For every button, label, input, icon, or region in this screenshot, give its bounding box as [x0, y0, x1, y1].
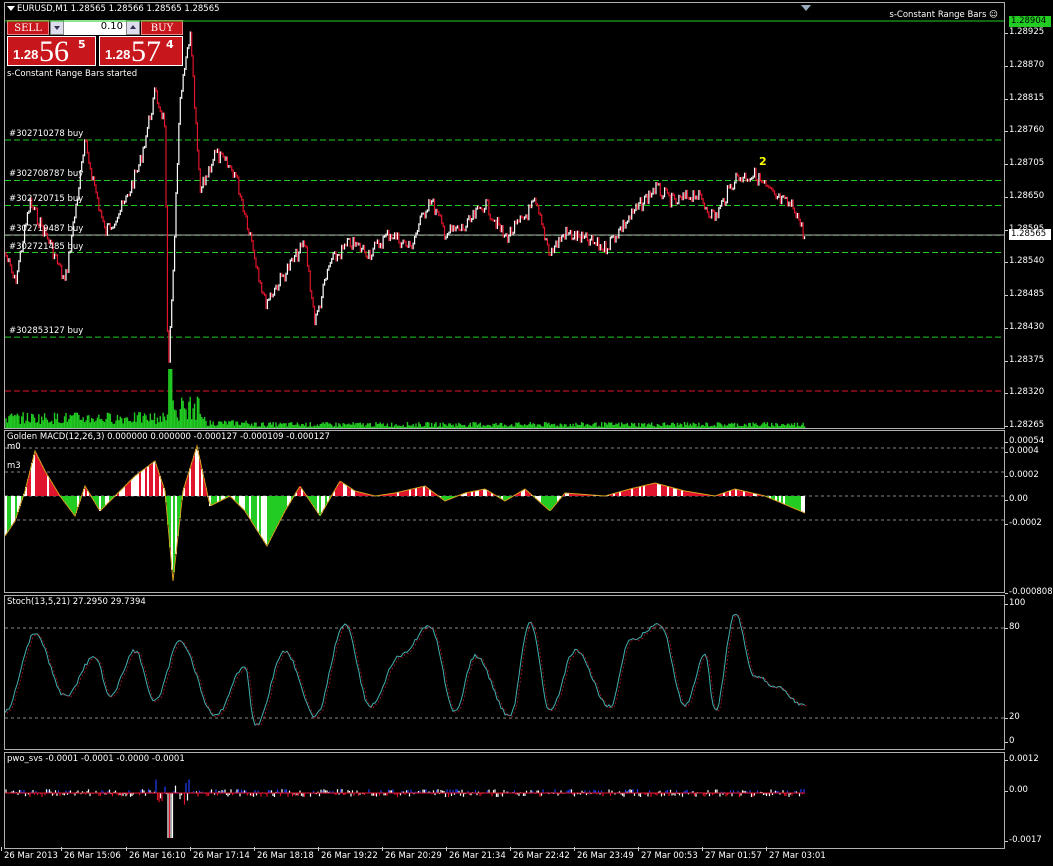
price-tick: 1.28485: [1004, 289, 1045, 299]
price-tick: 1.28430: [1004, 321, 1045, 332]
macd-pane[interactable]: Golden MACD(12,26,3) 0.000000 0.000000 -…: [4, 430, 1005, 593]
time-label: 26 Mar 23:49: [574, 847, 634, 861]
pwo-tick: 0.0012: [1005, 754, 1039, 764]
macd-scale[interactable]: 0.00054 0.0004 0.0002 0.00 -0.0002 -0.000808: [1004, 430, 1053, 597]
time-label: 26 Mar 17:14: [190, 847, 250, 861]
price-tick: 1.28925: [1004, 27, 1045, 37]
pwo-label: pwo_svs -0.0001 -0.0001 -0.0000 -0.0001: [7, 754, 185, 764]
trade-label: #302853127 buy: [9, 326, 84, 337]
time-label: 27 Mar 00:53: [638, 847, 698, 861]
price-tick: 1.28540: [1004, 256, 1045, 267]
trade-label: #302721485 buy: [9, 241, 84, 252]
main-chart-pane[interactable]: EURUSD,M1 1.28565 1.28566 1.28565 1.2856…: [4, 2, 1005, 429]
macd-label: Golden MACD(12,26,3) 0.000000 0.000000 -…: [7, 432, 330, 442]
price-tick: 1.28650: [1004, 190, 1045, 201]
time-label: 27 Mar 01:57: [702, 847, 762, 861]
pwo-chart: [5, 779, 805, 838]
symbol-title: EURUSD,M1 1.28565 1.28566 1.28565 1.2856…: [17, 4, 220, 14]
price-chart: [5, 20, 1004, 428]
stoch-tick: 20: [1005, 712, 1020, 722]
macd-histogram: [5, 449, 805, 572]
macd-tick: 0.0004: [1005, 446, 1039, 456]
time-label: 26 Mar 20:29: [382, 847, 442, 861]
pwo-scale[interactable]: 0.0012 0.00 -0.0017: [1005, 752, 1053, 849]
stoch-tick: 100: [1004, 598, 1026, 608]
stoch-signal-line: [6, 615, 808, 727]
price-tick: 1.28375: [1004, 354, 1045, 365]
price-tick: 1.28760: [1004, 125, 1045, 136]
marker-label: 2: [759, 155, 767, 168]
price-tick: 1.28815: [1004, 92, 1045, 103]
volume-bars: [5, 369, 806, 428]
macd-sub-label-0: m0: [7, 442, 21, 452]
pwo-pane[interactable]: pwo_svs -0.0001 -0.0001 -0.0000 -0.0001: [4, 752, 1005, 849]
pwo-bars: [5, 779, 805, 838]
status-text: s-Constant Range Bars started: [7, 69, 138, 79]
stoch-main-line: [5, 614, 806, 726]
trade-label: #302719487 buy: [9, 224, 84, 235]
stoch-chart: [5, 614, 1004, 727]
trade-label: #302710278 buy: [9, 128, 84, 139]
price-tick: 1.28320: [1004, 387, 1045, 398]
price-bars: [5, 31, 806, 363]
macd-tick: 0.0002: [1005, 470, 1039, 480]
pwo-tick: 0.00: [1005, 785, 1028, 795]
stoch-scale[interactable]: 100 80 20 0: [1004, 595, 1053, 750]
trade-label: #302708787 buy: [9, 169, 84, 180]
price-tick: 1.28870: [1004, 59, 1045, 70]
time-label: 27 Mar 03:01: [766, 847, 826, 861]
time-label: 26 Mar 16:10: [126, 847, 186, 861]
time-label: 26 Mar 15:06: [61, 847, 121, 861]
macd-sub-label-1: m3: [7, 461, 21, 471]
macd-tick: 0.00: [1005, 494, 1028, 504]
price-tick: 1.28265: [1004, 420, 1045, 430]
current-price-box: 1.28565: [1009, 229, 1051, 240]
time-label: 26 Mar 22:42: [510, 847, 570, 861]
pwo-tick: -0.0017: [1005, 835, 1042, 845]
price-scale[interactable]: 1.28925 1.28870 1.28815 1.28760 1.28705 1.286…: [1004, 2, 1053, 430]
stoch-tick: 0: [1004, 736, 1015, 746]
macd-chart: [5, 444, 1004, 582]
price-tick: 1.28705: [1004, 158, 1045, 168]
time-label: 26 Mar 19:22: [318, 847, 378, 861]
stoch-tick: 80: [1005, 622, 1020, 632]
time-label: 26 Mar 18:18: [254, 847, 314, 861]
stoch-label: Stoch(13,5,21) 27.2950 29.7394: [7, 597, 146, 607]
stoch-pane[interactable]: Stoch(13,5,21) 27.2950 29.7394: [4, 595, 1005, 750]
macd-tick: 0.00054: [1004, 436, 1045, 446]
time-label: 26 Mar 21:34: [446, 847, 506, 861]
macd-tick: -0.0002: [1005, 518, 1042, 528]
trade-label: #302720715 buy: [9, 194, 84, 205]
time-label: 26 Mar 2013: [1, 847, 58, 861]
top-price-box: 1.28904: [1009, 16, 1051, 27]
macd-signal-line: [5, 444, 806, 582]
